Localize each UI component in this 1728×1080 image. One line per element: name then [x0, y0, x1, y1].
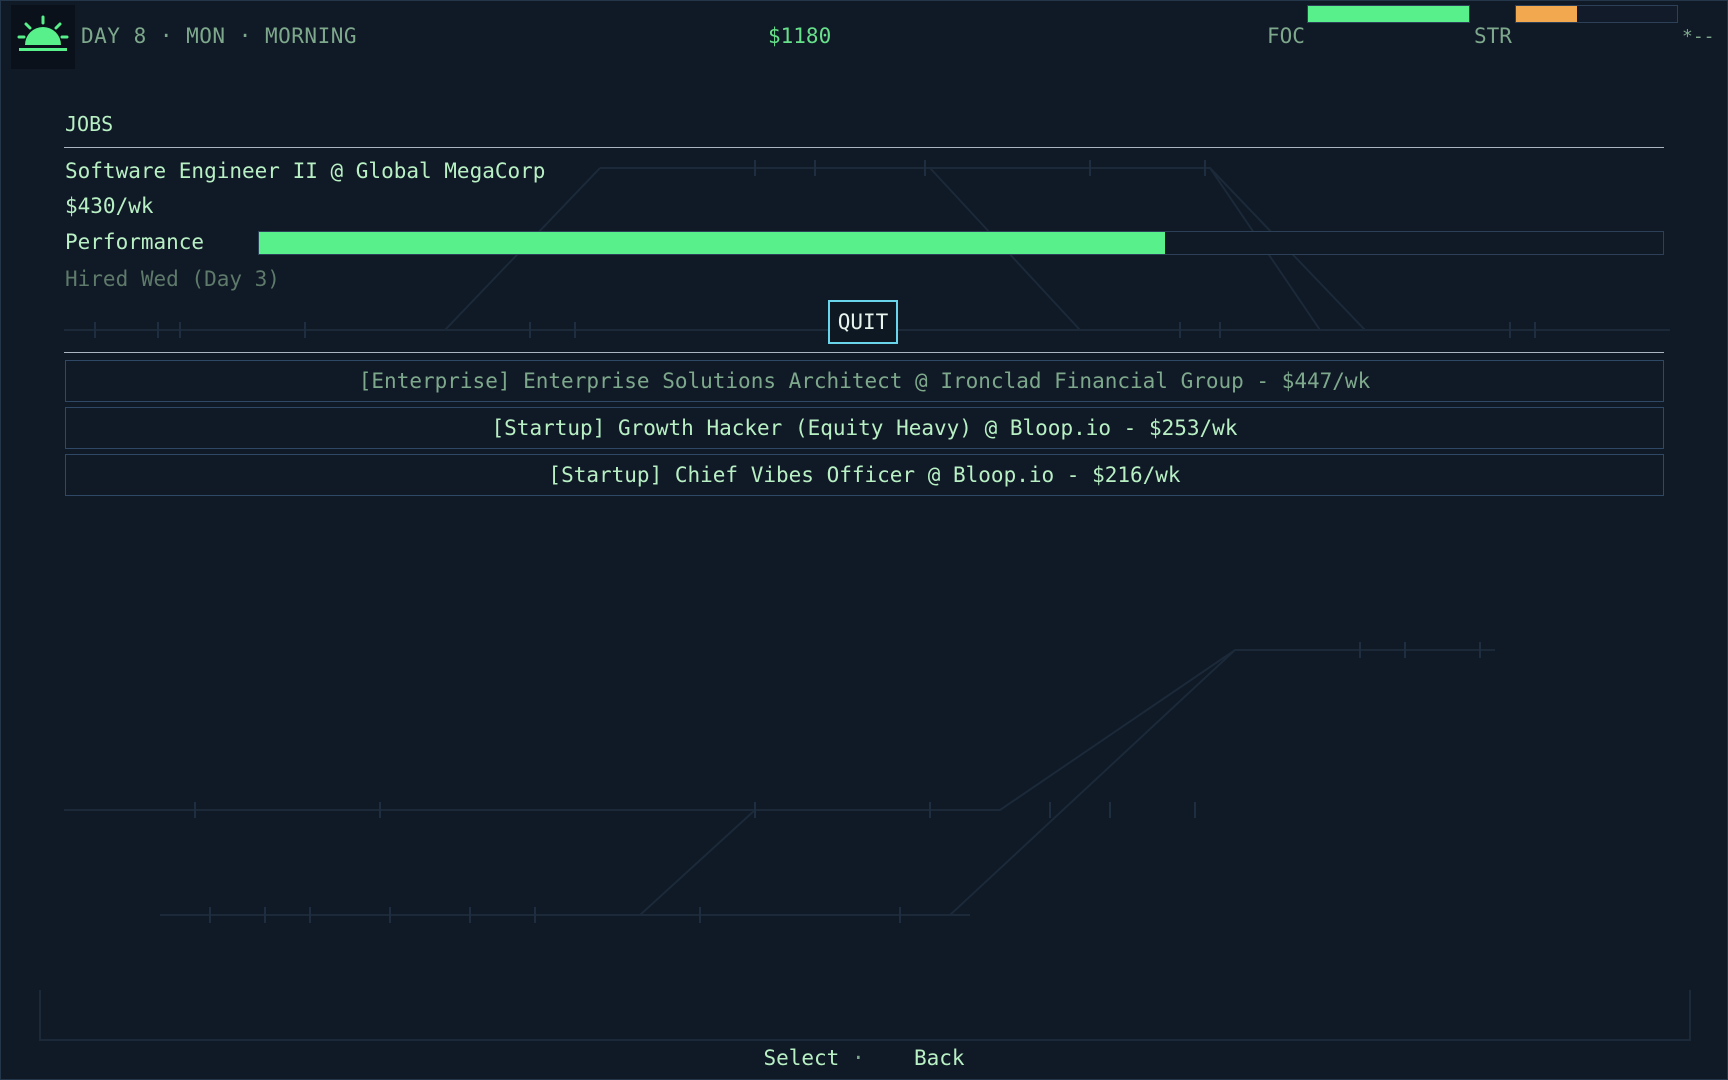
- select-hint[interactable]: Select: [763, 1046, 839, 1070]
- divider: [64, 352, 1664, 353]
- back-hint[interactable]: Back: [914, 1046, 965, 1070]
- job-offer-button[interactable]: [Startup] Chief Vibes Officer @ Bloop.io…: [65, 454, 1664, 496]
- jobs-heading: JOBS: [65, 112, 114, 136]
- current-job-wage: $430/wk: [65, 194, 154, 218]
- performance-bar: [258, 231, 1664, 255]
- money-counter: $1180: [768, 24, 832, 48]
- sunrise-icon: [17, 15, 69, 51]
- job-offer-list: [Enterprise] Enterprise Solutions Archit…: [65, 360, 1664, 501]
- stress-bar: [1515, 5, 1678, 23]
- time-of-day-badge: [11, 5, 75, 69]
- performance-bar-fill: [259, 232, 1165, 254]
- menu-indicator[interactable]: *--: [1682, 26, 1715, 47]
- job-offer-button[interactable]: [Enterprise] Enterprise Solutions Archit…: [65, 360, 1664, 402]
- focus-bar: [1307, 5, 1470, 23]
- hired-date: Hired Wed (Day 3): [65, 267, 280, 291]
- focus-bar-fill: [1308, 6, 1469, 22]
- day-time-label: DAY 8 · MON · MORNING: [81, 24, 358, 48]
- control-hints: Select · Back: [0, 1046, 1728, 1070]
- current-job-title: Software Engineer II @ Global MegaCorp: [65, 159, 546, 183]
- hint-separator: ·: [851, 1046, 865, 1070]
- quit-job-button[interactable]: QUIT: [828, 300, 898, 344]
- stress-label: STR: [1474, 24, 1512, 48]
- stress-bar-fill: [1516, 6, 1578, 22]
- hud-bar: DAY 8 · MON · MORNING $1180 FOC STR *--: [0, 0, 1728, 72]
- divider: [64, 147, 1664, 148]
- focus-label: FOC: [1267, 24, 1305, 48]
- performance-label: Performance: [65, 230, 205, 254]
- job-offer-button[interactable]: [Startup] Growth Hacker (Equity Heavy) @…: [65, 407, 1664, 449]
